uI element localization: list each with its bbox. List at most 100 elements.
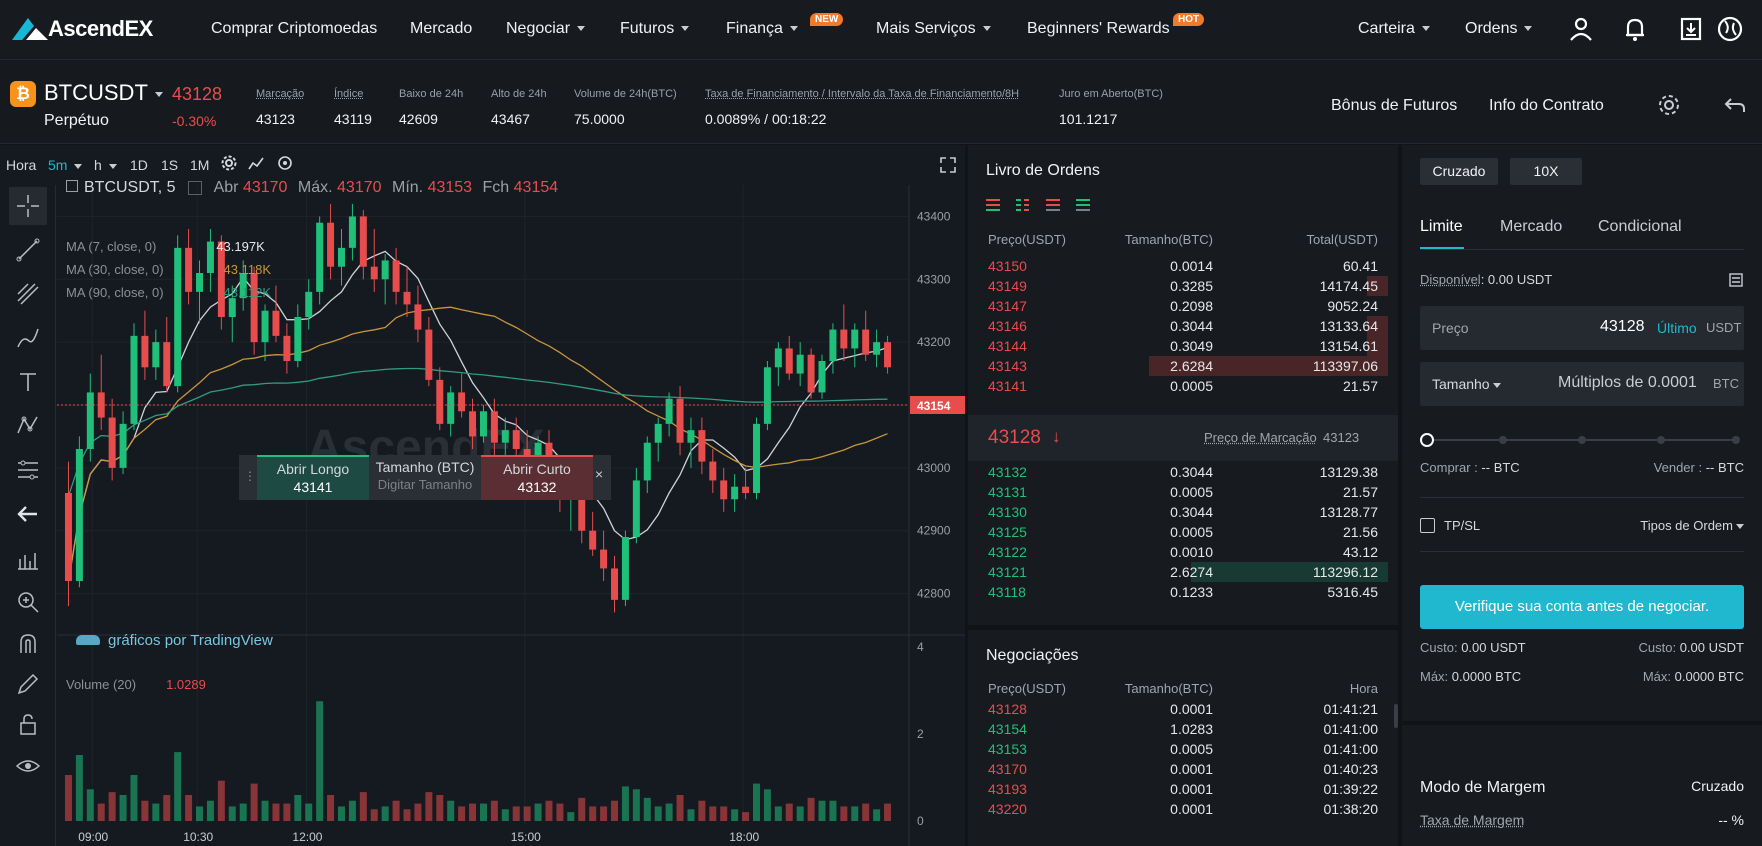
volume-bar [611, 800, 619, 821]
timeframe-1m[interactable]: 1M [190, 157, 209, 173]
ask-row[interactable]: 43144 0.3049 13154.61 [968, 335, 1388, 357]
verify-account-button[interactable]: Verifique sua conta antes de negociar. [1420, 585, 1744, 629]
slider-step[interactable] [1732, 436, 1740, 444]
timeframe-1d[interactable]: 1D [130, 157, 148, 173]
tab-condicional[interactable]: Condicional [1598, 218, 1682, 236]
last-price-shortcut[interactable]: Último [1657, 320, 1697, 336]
bid-row[interactable]: 43125 0.0005 21.56 [968, 521, 1378, 543]
fullscreen-icon[interactable] [940, 157, 956, 173]
timeframe-h[interactable]: h [94, 157, 117, 173]
brush-tool[interactable] [9, 319, 47, 357]
legend-settings-icon[interactable] [188, 180, 203, 195]
size-unit-selector[interactable]: Tamanho [1432, 376, 1501, 392]
ask-row[interactable]: 43143 2.6284 113397.06 [968, 355, 1388, 377]
fib-tool[interactable] [9, 275, 47, 313]
nav-beginners-rewards[interactable]: Beginners' Rewards HOT [1027, 13, 1205, 38]
bid-row[interactable]: 43121 2.6274 113296.12 [968, 561, 1388, 583]
size-input[interactable]: Tamanho (BTC) Digitar Tamanho [369, 455, 481, 500]
tradingview-attribution[interactable]: gráficos por TradingView [76, 632, 273, 649]
text-tool[interactable] [9, 363, 47, 401]
user-icon[interactable] [1568, 16, 1594, 42]
price-input[interactable]: Preço 43128 Último USDT [1420, 306, 1744, 350]
bell-icon[interactable] [1622, 16, 1648, 42]
lock-drawing-tool[interactable] [9, 665, 47, 703]
volume-bar [348, 800, 356, 821]
lock-tool[interactable] [9, 705, 47, 743]
nav-mercado[interactable]: Mercado [410, 20, 472, 38]
view-both-icon[interactable] [986, 199, 1000, 211]
measure-tool[interactable] [9, 541, 47, 579]
tab-limite[interactable]: Limite [1420, 218, 1463, 236]
bid-row[interactable]: 43132 0.3044 13129.38 [968, 461, 1378, 483]
magnet-tool[interactable] [9, 625, 47, 663]
trades-scrollbar[interactable] [1394, 704, 1398, 728]
pattern-tool[interactable] [9, 407, 47, 445]
bid-row[interactable]: 43118 0.1233 5316.45 [968, 581, 1378, 603]
ask-row[interactable]: 43149 0.3285 14174.45 [968, 275, 1388, 297]
view-split-icon[interactable] [1016, 199, 1029, 211]
nav-futuros[interactable]: Futuros [620, 20, 690, 38]
ascendex-logo[interactable]: AscendEX [10, 14, 175, 44]
drag-handle-icon[interactable]: ⋮ [239, 455, 257, 500]
timeframe-hora[interactable]: Hora [6, 157, 36, 173]
margin-mode-button[interactable]: Cruzado [1420, 158, 1498, 185]
nav-negociar[interactable]: Negociar [506, 20, 586, 38]
hide-toolbar-button[interactable] [9, 495, 47, 533]
nav-financa[interactable]: Finança NEW [726, 13, 844, 38]
ask-row[interactable]: 43150 0.0014 60.41 [968, 255, 1378, 277]
nav-carteira[interactable]: Carteira [1358, 20, 1430, 38]
leverage-button[interactable]: 10X [1510, 158, 1582, 185]
nav-ordens[interactable]: Ordens [1465, 20, 1533, 38]
size-slider[interactable] [1420, 433, 1744, 447]
bid-row[interactable]: 43131 0.0005 21.57 [968, 481, 1378, 503]
close-icon[interactable]: × [595, 466, 603, 482]
chart-settings-icon[interactable] [221, 155, 237, 171]
open-long-button[interactable]: Abrir Longo 43141 [257, 455, 369, 500]
symbol-selector[interactable]: BTCUSDT [44, 80, 163, 106]
open-short-button[interactable]: Abrir Curto 43132 [481, 455, 593, 500]
visibility-tool[interactable] [9, 747, 47, 785]
contract-info-link[interactable]: Info do Contrato [1489, 97, 1604, 115]
volume-bar [567, 812, 575, 821]
nav-mais-servicos[interactable]: Mais Serviços [876, 20, 991, 38]
download-icon[interactable] [1678, 16, 1704, 42]
slider-step[interactable] [1578, 436, 1586, 444]
tpsl-checkbox[interactable] [1420, 518, 1435, 533]
time-tick: 18:00 [729, 830, 759, 844]
nav-comprar-criptomoedas[interactable]: Comprar Criptomoedas [211, 20, 377, 38]
indicators-icon[interactable] [248, 155, 264, 171]
ask-row[interactable]: 43147 0.2098 9052.24 [968, 295, 1378, 317]
buy-amount: Comprar : -- BTC [1420, 460, 1520, 475]
volume-bar [556, 803, 564, 821]
replay-icon[interactable] [277, 155, 293, 171]
nav-label: Carteira [1358, 20, 1415, 37]
slider-handle[interactable] [1420, 433, 1434, 447]
futures-bonus-link[interactable]: Bônus de Futuros [1331, 97, 1457, 115]
crosshair-tool[interactable] [9, 187, 47, 225]
candle-body [796, 354, 804, 374]
slider-step[interactable] [1499, 436, 1507, 444]
ask-row[interactable]: 43146 0.3044 13133.64 [968, 315, 1388, 337]
ask-row[interactable]: 43141 0.0005 21.57 [968, 375, 1378, 397]
zoom-tool[interactable] [9, 583, 47, 621]
bid-row[interactable]: 43130 0.3044 13128.77 [968, 501, 1378, 523]
timeframe-label: 5m [48, 157, 68, 173]
slider-step[interactable] [1657, 436, 1665, 444]
view-asks-icon[interactable] [1046, 199, 1060, 211]
size-field[interactable]: Tamanho Múltiplos de 0.0001 BTC [1420, 362, 1744, 406]
back-icon[interactable] [1723, 93, 1747, 117]
bid-row[interactable]: 43122 0.0010 43.12 [968, 541, 1378, 563]
ohlc-open: 43170 [242, 179, 288, 196]
bitcoin-icon: ₿ [10, 81, 36, 107]
transfer-icon[interactable] [1729, 273, 1743, 287]
timeframe-5m[interactable]: 5m [48, 157, 83, 173]
view-bids-icon[interactable] [1076, 199, 1090, 211]
order-types-dropdown[interactable]: Tipos de Ordem [1640, 518, 1744, 533]
collapse-icon[interactable] [66, 180, 78, 192]
tab-mercado[interactable]: Mercado [1500, 218, 1562, 236]
timeframe-1s[interactable]: 1S [161, 157, 178, 173]
trendline-tool[interactable] [9, 231, 47, 269]
gear-icon[interactable] [1657, 93, 1681, 117]
globe-icon[interactable] [1716, 15, 1744, 43]
prediction-tool[interactable] [9, 451, 47, 489]
